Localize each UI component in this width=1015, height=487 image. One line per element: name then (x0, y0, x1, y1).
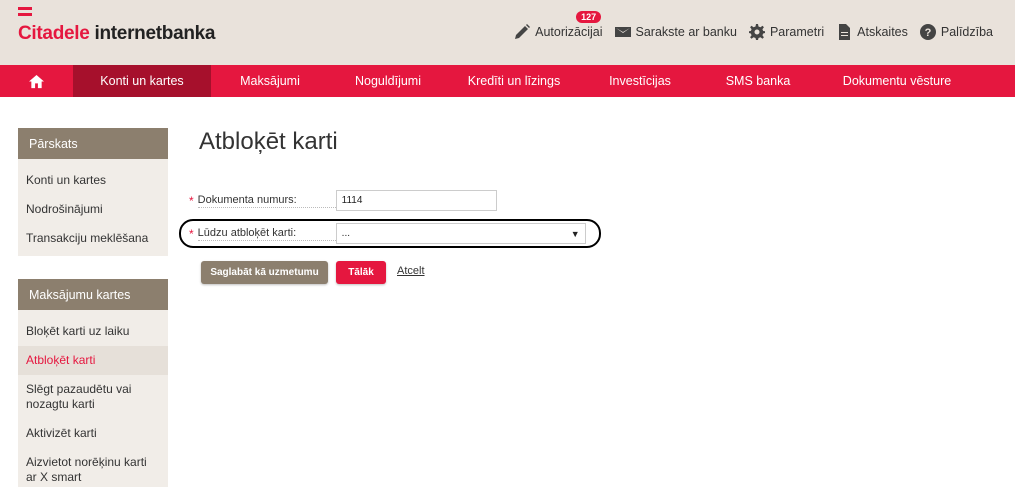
header: Citadele internetbanka Autorizācijai 127… (0, 0, 1015, 65)
sidebar-item-collateral[interactable]: Nodrošinājumi (18, 195, 168, 224)
nav-deposits[interactable]: Noguldījumi (329, 65, 447, 97)
document-number-input[interactable] (335, 190, 497, 211)
document-number-row: * Dokumenta numurs: (189, 190, 497, 211)
nav-home[interactable] (0, 65, 73, 97)
help-link[interactable]: ? Palīdzība (919, 24, 993, 40)
reports-link[interactable]: Atskaites (836, 24, 908, 40)
sidebar-item-activate-card[interactable]: Aktivizēt karti (18, 419, 168, 448)
document-icon (839, 24, 851, 40)
sidebar-payment-cards-title: Maksājumu kartes (18, 279, 168, 310)
help-label: Palīdzība (940, 25, 993, 39)
envelope-icon (614, 27, 631, 37)
reports-label: Atskaites (857, 25, 908, 39)
sidebar-item-replace-card[interactable]: Aizvietot norēķinu karti ar X smart (18, 448, 168, 487)
svg-text:?: ? (925, 27, 932, 39)
authorizations-link[interactable]: Autorizācijai 127 (514, 11, 603, 40)
nav-investments[interactable]: Investīcijas (581, 65, 699, 97)
nav-accounts-cards[interactable]: Konti un kartes (73, 65, 211, 97)
settings-label: Parametri (769, 25, 825, 39)
page-title: Atbloķēt karti (199, 128, 338, 155)
sidebar-item-transaction-search[interactable]: Transakciju meklēšana (18, 224, 168, 253)
messages-label: Sarakste ar banku (635, 25, 737, 39)
main-nav: Konti un kartes Maksājumi Noguldījumi Kr… (0, 65, 1015, 97)
sidebar-overview: Pārskats Konti un kartes Nodrošinājumi T… (18, 128, 168, 256)
highlight-annotation (179, 219, 601, 248)
gear-icon (748, 24, 765, 40)
required-marker: * (189, 193, 194, 208)
nav-sms-bank[interactable]: SMS banka (699, 65, 817, 97)
sidebar-item-block-card[interactable]: Bloķēt karti uz laiku (18, 317, 168, 346)
messages-link[interactable]: Sarakste ar banku (614, 24, 737, 40)
sidebar-payment-cards: Maksājumu kartes Bloķēt karti uz laiku A… (18, 279, 168, 487)
nav-document-history[interactable]: Dokumentu vēsture (817, 65, 977, 97)
logo-suffix: internetbanka (89, 23, 216, 44)
help-icon: ? (919, 24, 936, 40)
nav-loans-leasing[interactable]: Kredīti un līzings (447, 65, 581, 97)
sidebar-item-close-lost-card[interactable]: Slēgt pazaudētu vai nozagtu karti (18, 375, 168, 419)
authorizations-badge: 127 (576, 11, 602, 23)
save-draft-button[interactable]: Saglabāt kā uzmetumu (201, 261, 328, 284)
pencil-icon (515, 24, 531, 39)
top-links: Autorizācijai 127 Sarakste ar banku Para… (502, 11, 993, 40)
home-icon (29, 74, 44, 88)
sidebar-item-unblock-card[interactable]: Atbloķēt karti (18, 346, 168, 375)
logo[interactable]: Citadele internetbanka (18, 23, 215, 45)
authorizations-label: Autorizācijai (535, 25, 603, 39)
sidebar-overview-title: Pārskats (18, 128, 168, 159)
logo-brand: Citadele (18, 23, 90, 44)
logo-mark (18, 7, 32, 19)
next-button[interactable]: Tālāk (336, 261, 386, 284)
nav-payments[interactable]: Maksājumi (211, 65, 329, 97)
cancel-link[interactable]: Atcelt (397, 265, 425, 277)
document-number-label: Dokumenta numurs: (197, 194, 336, 208)
sidebar-item-accounts-cards[interactable]: Konti un kartes (18, 166, 168, 195)
settings-link[interactable]: Parametri (748, 24, 825, 40)
